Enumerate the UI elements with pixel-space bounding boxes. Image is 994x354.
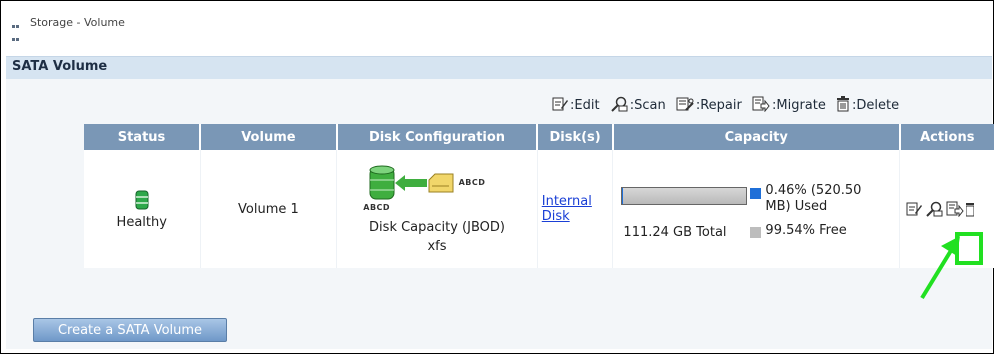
disk-capacity-label: Disk Capacity (JBOD) [369, 219, 505, 235]
legend-delete-label: :Delete [852, 98, 900, 113]
volume-cylinder-icon [369, 165, 395, 199]
filesystem-label: xfs [427, 238, 447, 254]
section-title: SATA Volume [12, 59, 108, 74]
col-status: Status [84, 124, 201, 150]
migrate-icon[interactable] [946, 201, 964, 217]
create-sata-volume-button[interactable]: Create a SATA Volume [33, 318, 227, 342]
table-row: Healthy Volume 1 ABCD ABCD Disk Capacity… [84, 150, 994, 268]
legend-scan-label: :Scan [629, 98, 666, 113]
legend-delete: :Delete [836, 96, 899, 113]
pointer-arrow-icon [920, 236, 960, 300]
volume-name: Volume 1 [238, 201, 299, 217]
yellow-disk-icon [428, 173, 454, 192]
capacity-used-text: 0.46% (520.50 MB) Used [765, 183, 862, 214]
trash-icon [837, 96, 850, 112]
legend-repair: :Repair [676, 96, 742, 113]
col-actions: Actions [899, 124, 994, 150]
capacity-cell: 0.46% (520.50 MB) Used 111.24 GB Total 9… [612, 150, 901, 268]
volume-cell: Volume 1 [200, 150, 338, 268]
legend-migrate-label: :Migrate [772, 98, 826, 113]
legend-migrate: :Migrate [752, 96, 826, 113]
col-disk-configuration: Disk Configuration [336, 124, 539, 150]
capacity-free-text: 99.54% Free [765, 223, 847, 238]
trash-icon[interactable] [966, 201, 975, 217]
capacity-used-fill [622, 188, 623, 204]
col-capacity: Capacity [612, 124, 901, 150]
table-header-row: Status Volume Disk Configuration Disk(s)… [84, 124, 994, 150]
legend-repair-label: :Repair [695, 98, 742, 113]
disk-config-diagram: ABCD [317, 165, 536, 201]
edit-icon [552, 97, 568, 111]
status-text: Healthy [116, 214, 167, 230]
status-cell: Healthy [84, 150, 201, 268]
breadcrumb: Storage - Volume [12, 16, 125, 41]
healthy-disk-icon [135, 190, 149, 209]
action-legend: :Edit :Scan :Repair :Migrate :Delete [552, 96, 905, 113]
free-swatch [750, 227, 762, 238]
edit-icon[interactable] [906, 201, 923, 217]
used-swatch [750, 188, 762, 199]
internal-disk-link[interactable]: Internal Disk [542, 194, 592, 224]
legend-edit-label: :Edit [570, 98, 600, 113]
disks-cell: Internal Disk [537, 150, 614, 268]
capacity-total-text: 111.24 GB Total [623, 225, 727, 240]
col-disks: Disk(s) [537, 124, 614, 150]
migrate-icon [752, 96, 770, 113]
repair-icon [676, 97, 694, 111]
col-volume: Volume [200, 124, 338, 150]
legend-scan: :Scan [610, 96, 666, 113]
disk-label-bottom: ABCD [363, 202, 391, 212]
disk-configuration-cell: ABCD ABCD Disk Capacity (JBOD) xfs [336, 150, 538, 268]
breadcrumb-text: Storage - Volume [30, 16, 125, 29]
legend-edit: :Edit [552, 96, 600, 113]
drag-grip-icon [12, 19, 22, 41]
volume-table: Status Volume Disk Configuration Disk(s)… [84, 124, 994, 268]
capacity-bar [621, 187, 748, 205]
arrow-left-icon [394, 174, 427, 191]
section-header: SATA Volume [6, 56, 992, 79]
disk-label-top: ABCD [458, 178, 486, 187]
scan-icon [610, 96, 628, 112]
scan-icon[interactable] [925, 201, 943, 217]
